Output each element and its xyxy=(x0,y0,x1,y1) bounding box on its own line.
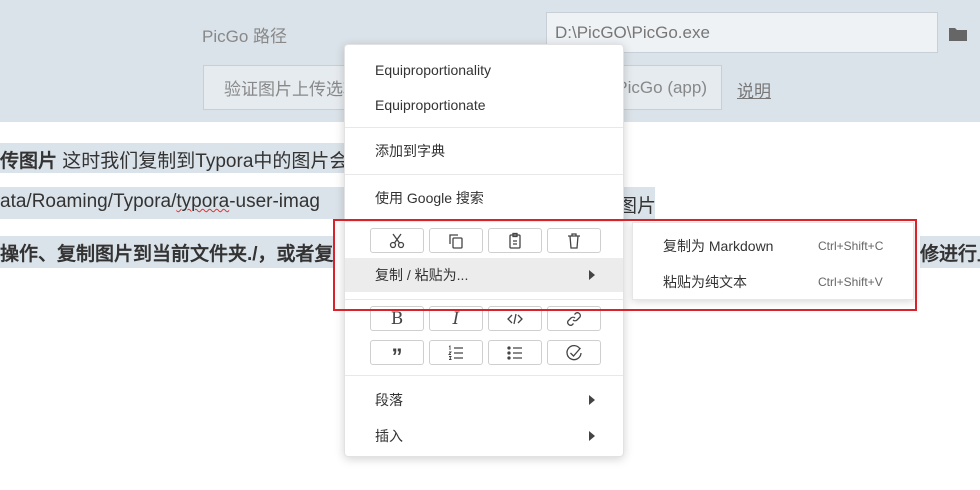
bold-button[interactable]: B xyxy=(370,306,424,331)
folder-icon[interactable] xyxy=(948,26,968,42)
context-menu: Equiproportionality Equiproportionate 添加… xyxy=(344,44,624,457)
line2-suffix: -user-imag xyxy=(229,191,320,212)
paragraph-label: 段落 xyxy=(375,392,403,408)
copy-icon xyxy=(449,233,463,249)
paste-as-plain-text-shortcut: Ctrl+Shift+V xyxy=(818,275,883,289)
menu-divider xyxy=(345,127,623,128)
link-button[interactable] xyxy=(547,306,601,331)
copy-paste-as-label: 复制 / 粘贴为... xyxy=(375,267,469,283)
paste-button[interactable] xyxy=(488,228,542,253)
paste-icon xyxy=(509,232,521,249)
paragraph-item[interactable]: 段落 xyxy=(345,383,623,417)
copy-paste-as-item[interactable]: 复制 / 粘贴为... xyxy=(345,258,623,292)
line2-misspelled-word[interactable]: typora xyxy=(176,191,229,212)
document-line-1[interactable]: 传图片 这时我们复制到Typora中的图片会 xyxy=(0,143,349,173)
explain-link[interactable]: 说明 xyxy=(737,77,771,102)
delete-icon xyxy=(568,232,580,249)
delete-button[interactable] xyxy=(547,228,601,253)
quote-icon: ” xyxy=(391,343,403,369)
ordered-list-icon xyxy=(448,344,463,360)
copy-as-markdown-item[interactable]: 复制为 Markdown Ctrl+Shift+C xyxy=(633,228,913,264)
task-list-icon xyxy=(566,344,582,360)
spell-suggestion-2[interactable]: Equiproportionate xyxy=(345,88,623,122)
ordered-list-button[interactable] xyxy=(429,340,483,365)
code-button[interactable] xyxy=(488,306,542,331)
line3-text: 操作、复制图片到当前文件夹./，或者复 xyxy=(0,244,334,265)
link-icon xyxy=(567,311,581,326)
task-list-button[interactable] xyxy=(547,340,601,365)
scissors-icon xyxy=(389,233,405,248)
bullet-list-button[interactable] xyxy=(488,340,542,365)
copy-button[interactable] xyxy=(429,228,483,253)
menu-divider xyxy=(345,174,623,175)
line1-text: 这时我们复制到Typora中的图片会 xyxy=(57,151,349,172)
chevron-right-icon xyxy=(589,431,595,441)
spell-suggestion-1[interactable]: Equiproportionality xyxy=(345,53,623,87)
add-to-dictionary-item[interactable]: 添加到字典 xyxy=(345,134,623,168)
menu-divider xyxy=(345,221,623,222)
cut-button[interactable] xyxy=(370,228,424,253)
google-search-item[interactable]: 使用 Google 搜索 xyxy=(345,181,623,215)
paste-as-plain-text-item[interactable]: 粘贴为纯文本 Ctrl+Shift+V xyxy=(633,264,913,300)
paste-as-plain-text-label: 粘贴为纯文本 xyxy=(663,274,747,290)
chevron-right-icon xyxy=(589,270,595,280)
quote-button[interactable]: ” xyxy=(370,340,424,369)
chevron-right-icon xyxy=(589,395,595,405)
line3-right-text: 修进行上 xyxy=(920,236,980,268)
line1-bold-text: 传图片 xyxy=(0,151,58,172)
menu-divider xyxy=(345,375,623,376)
menu-divider xyxy=(345,299,623,300)
italic-button[interactable]: I xyxy=(429,306,483,331)
bold-icon: B xyxy=(390,308,404,329)
insert-label: 插入 xyxy=(375,428,403,444)
document-line-3[interactable]: 操作、复制图片到当前文件夹./，或者复 xyxy=(0,236,334,268)
copy-paste-submenu: 复制为 Markdown Ctrl+Shift+C 粘贴为纯文本 Ctrl+Sh… xyxy=(632,222,914,300)
insert-item[interactable]: 插入 xyxy=(345,419,623,453)
line2-prefix: ata/Roaming/Typora/ xyxy=(0,191,177,212)
picgo-path-label: PicGo 路径 xyxy=(202,27,288,46)
italic-icon: I xyxy=(452,308,460,329)
copy-as-markdown-label: 复制为 Markdown xyxy=(663,238,774,254)
copy-as-markdown-shortcut: Ctrl+Shift+C xyxy=(818,239,884,253)
bullet-list-icon xyxy=(507,345,522,360)
code-icon xyxy=(507,313,523,324)
